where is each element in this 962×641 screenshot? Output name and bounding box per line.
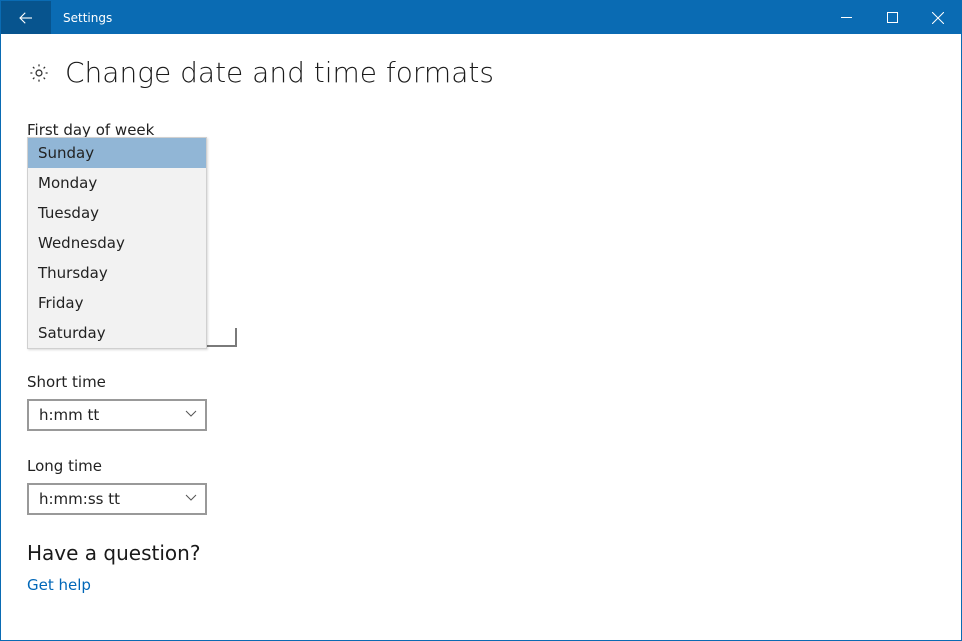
back-arrow-icon: [17, 9, 35, 27]
first-day-dropdown-popup: Sunday Monday Tuesday Wednesday Thursday…: [27, 137, 207, 349]
close-button[interactable]: [915, 1, 961, 34]
dropdown-item-monday[interactable]: Monday: [28, 168, 206, 198]
page-title: Change date and time formats: [65, 56, 494, 89]
dropdown-item-friday[interactable]: Friday: [28, 288, 206, 318]
dropdown-item-thursday[interactable]: Thursday: [28, 258, 206, 288]
short-time-select[interactable]: h:mm tt: [27, 399, 207, 431]
titlebar: Settings: [1, 1, 961, 34]
chevron-down-icon: [185, 406, 197, 424]
dropdown-item-tuesday[interactable]: Tuesday: [28, 198, 206, 228]
gear-icon: [27, 61, 51, 85]
maximize-button[interactable]: [869, 1, 915, 34]
long-time-group: Long time h:mm:ss tt: [27, 457, 935, 515]
dropdown-item-wednesday[interactable]: Wednesday: [28, 228, 206, 258]
long-time-value: h:mm:ss tt: [39, 490, 120, 508]
dropdown-item-saturday[interactable]: Saturday: [28, 318, 206, 348]
maximize-icon: [887, 12, 898, 23]
dropdown-item-sunday[interactable]: Sunday: [28, 138, 206, 168]
long-time-label: Long time: [27, 457, 935, 475]
minimize-button[interactable]: [823, 1, 869, 34]
long-time-select[interactable]: h:mm:ss tt: [27, 483, 207, 515]
page-heading-row: Change date and time formats: [27, 56, 935, 89]
window-controls: [823, 1, 961, 34]
have-a-question-heading: Have a question?: [27, 541, 935, 565]
back-button[interactable]: [1, 1, 51, 34]
chevron-down-icon: [185, 490, 197, 508]
short-time-label: Short time: [27, 373, 935, 391]
short-time-value: h:mm tt: [39, 406, 99, 424]
minimize-icon: [841, 12, 852, 23]
close-icon: [932, 12, 944, 24]
get-help-link[interactable]: Get help: [27, 576, 91, 594]
first-day-select[interactable]: [207, 328, 237, 347]
short-time-group: Short time h:mm tt: [27, 373, 935, 431]
window-title: Settings: [51, 11, 112, 25]
